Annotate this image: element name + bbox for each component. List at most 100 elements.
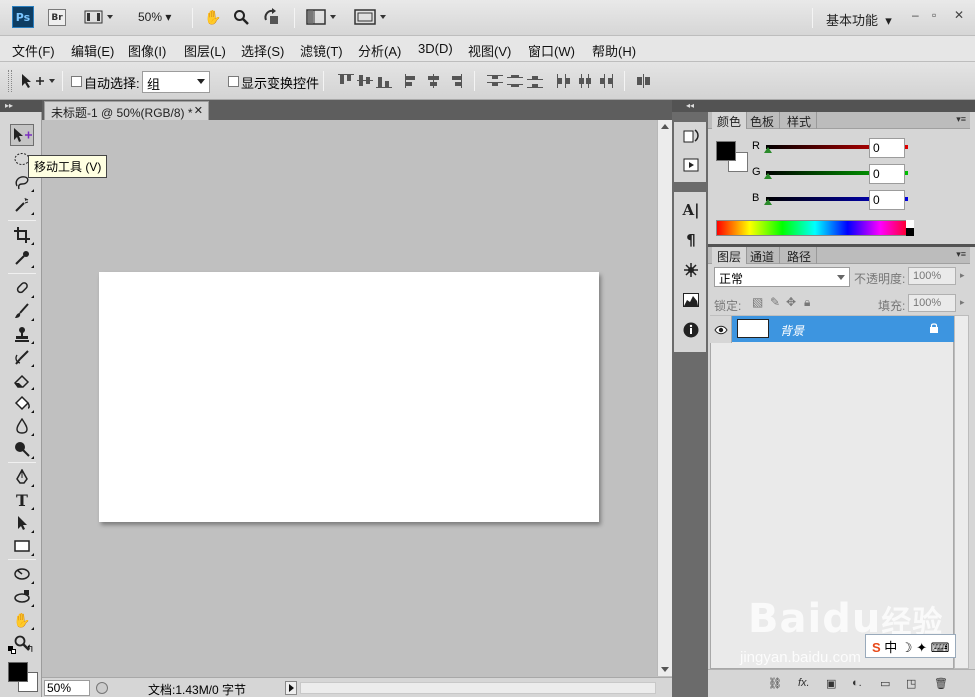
tab-color[interactable]: 颜色 — [712, 112, 748, 129]
color-spectrum-bar[interactable] — [716, 220, 914, 236]
arrange-documents-icon[interactable] — [306, 8, 338, 26]
fill-slider-arrow[interactable]: ▸ — [960, 297, 965, 308]
horizontal-scrollbar[interactable] — [300, 682, 656, 694]
close-button[interactable]: ✕ — [954, 8, 964, 22]
menu-window[interactable]: 窗口(W) — [528, 41, 575, 60]
menu-analysis[interactable]: 分析(A) — [358, 41, 401, 60]
eraser-tool-button[interactable] — [10, 369, 34, 391]
tab-paths[interactable]: 路径 — [782, 247, 818, 264]
blend-mode-select[interactable]: 正常 — [714, 267, 850, 287]
fill-input[interactable]: 100% — [908, 294, 956, 312]
eyedropper-tool-button[interactable] — [10, 247, 34, 269]
type-tool-button[interactable]: T — [10, 489, 34, 511]
auto-select-target-select[interactable]: 组 — [142, 71, 210, 93]
distribute-horizontal-center-icon[interactable] — [577, 74, 593, 88]
distribute-top-icon[interactable] — [487, 74, 503, 88]
new-layer-icon[interactable]: ◳ — [906, 677, 916, 690]
align-horizontal-center-icon[interactable] — [426, 74, 442, 88]
lock-position-icon[interactable]: ✥ — [786, 295, 796, 309]
path-selection-tool-button[interactable] — [10, 512, 34, 534]
distribute-vertical-center-icon[interactable] — [507, 74, 523, 88]
new-group-icon[interactable]: ▭ — [880, 677, 890, 690]
paint-bucket-tool-button[interactable] — [10, 392, 34, 414]
info-panel-icon[interactable] — [682, 321, 700, 339]
brushes-panel-icon[interactable] — [682, 261, 700, 279]
character-panel-icon[interactable]: A| — [682, 201, 700, 219]
tab-layers[interactable]: 图层 — [712, 247, 748, 264]
menu-3d[interactable]: 3D(D) — [418, 41, 453, 56]
view-extras-icon[interactable] — [84, 8, 114, 26]
bridge-button[interactable]: Br — [48, 9, 66, 26]
rotate-view-icon[interactable] — [262, 8, 280, 26]
history-brush-tool-button[interactable] — [10, 346, 34, 368]
pen-tool-button[interactable] — [10, 466, 34, 488]
tools-collapse-toggle[interactable]: ▸▸ — [0, 100, 42, 112]
menu-image[interactable]: 图像(I) — [128, 41, 166, 60]
menu-view[interactable]: 视图(V) — [468, 41, 511, 60]
default-colors-icon[interactable] — [8, 646, 16, 654]
vertical-scrollbar[interactable] — [657, 120, 672, 676]
distribute-right-icon[interactable] — [598, 74, 614, 88]
layer-style-icon[interactable]: fx. — [798, 677, 810, 689]
lock-transparent-pixels-icon[interactable]: ▧ — [752, 295, 763, 309]
align-left-icon[interactable] — [405, 74, 421, 88]
align-top-icon[interactable] — [338, 74, 354, 88]
image-canvas[interactable] — [99, 272, 599, 522]
hand-tool-button[interactable]: ✋ — [10, 609, 34, 631]
clone-stamp-tool-button[interactable] — [10, 323, 34, 345]
status-menu-button[interactable] — [285, 681, 297, 695]
opacity-slider-arrow[interactable]: ▸ — [960, 270, 965, 281]
link-layers-icon[interactable]: ⛓ — [768, 677, 782, 690]
3d-rotate-tool-button[interactable] — [10, 563, 34, 585]
panel-foreground-swatch[interactable] — [716, 141, 736, 161]
align-bottom-icon[interactable] — [376, 74, 392, 88]
hand-tool-icon[interactable]: ✋ — [204, 8, 221, 26]
actions-panel-icon[interactable] — [682, 156, 700, 174]
layer-name[interactable]: 背景 — [780, 322, 804, 339]
foreground-color-swatch[interactable] — [8, 662, 28, 682]
menu-file[interactable]: 文件(F) — [12, 41, 55, 60]
align-vertical-center-icon[interactable] — [357, 74, 373, 88]
brush-tool-button[interactable] — [10, 300, 34, 322]
screen-mode-icon[interactable] — [354, 8, 388, 26]
layer-row[interactable]: 背景 — [710, 315, 954, 343]
color-panel-menu-icon[interactable]: ▾≡ — [956, 114, 966, 125]
lock-all-icon[interactable]: 🔒︎ — [804, 295, 810, 310]
document-tab[interactable]: 未标题-1 @ 50%(RGB/8) * ✕ — [44, 101, 209, 120]
opacity-input[interactable]: 100% — [908, 267, 956, 285]
zoom-level-select[interactable]: 50% ▾ — [138, 10, 171, 24]
dock-collapse-toggle[interactable]: ◂◂ — [672, 100, 708, 112]
align-right-icon[interactable] — [447, 74, 463, 88]
menu-edit[interactable]: 编辑(E) — [71, 41, 114, 60]
menu-layer[interactable]: 图层(L) — [184, 41, 226, 60]
layers-scrollbar[interactable] — [954, 315, 969, 669]
minimize-button[interactable]: – — [912, 8, 919, 22]
status-zoom-field[interactable]: 50% — [44, 680, 90, 696]
paragraph-panel-icon[interactable]: ¶ — [682, 231, 700, 249]
red-channel-input[interactable]: 0 — [869, 138, 905, 158]
history-panel-icon[interactable] — [682, 127, 700, 145]
3d-orbit-tool-button[interactable] — [10, 586, 34, 608]
tab-swatches[interactable]: 色板 — [745, 112, 781, 129]
lock-image-pixels-icon[interactable]: ✎ — [770, 295, 780, 309]
magic-wand-tool-button[interactable] — [10, 194, 34, 216]
menu-select[interactable]: 选择(S) — [241, 41, 284, 60]
status-info-icon[interactable] — [96, 682, 108, 694]
red-slider-thumb[interactable] — [764, 147, 772, 153]
layer-visibility-eye-icon[interactable] — [710, 316, 732, 343]
ime-status-bar[interactable]: S 中 ☽ ✦ ⌨ — [865, 634, 957, 658]
menu-help[interactable]: 帮助(H) — [592, 41, 636, 60]
green-slider-thumb[interactable] — [764, 173, 772, 179]
adjustment-layer-icon[interactable]: ◐. — [852, 677, 862, 689]
layers-panel-menu-icon[interactable]: ▾≡ — [956, 249, 966, 260]
green-channel-input[interactable]: 0 — [869, 164, 905, 184]
tab-channels[interactable]: 通道 — [745, 247, 781, 264]
add-mask-icon[interactable]: ▣ — [826, 677, 836, 690]
blue-channel-input[interactable]: 0 — [869, 190, 905, 210]
restore-button[interactable]: ▫ — [932, 8, 936, 22]
distribute-bottom-icon[interactable] — [527, 74, 543, 88]
zoom-tool-icon[interactable] — [233, 8, 249, 26]
dodge-tool-button[interactable] — [10, 438, 34, 460]
swap-colors-icon[interactable]: ↰ — [26, 644, 34, 655]
tab-styles[interactable]: 样式 — [782, 112, 818, 129]
